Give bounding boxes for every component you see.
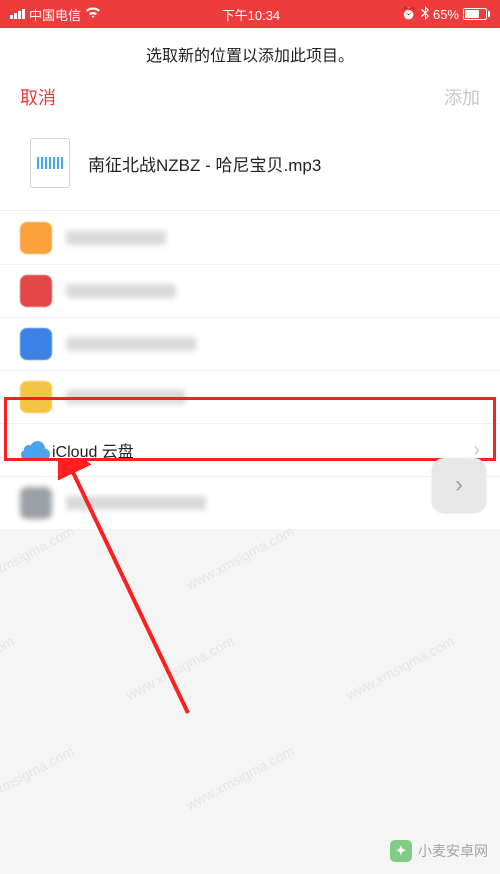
icloud-icon bbox=[20, 434, 52, 466]
location-item-blurred[interactable] bbox=[0, 264, 500, 317]
watermark-brand: 小麦安卓网 bbox=[418, 841, 488, 861]
page-title: 选取新的位置以添加此项目。 bbox=[0, 28, 500, 76]
location-item-blurred[interactable] bbox=[0, 211, 500, 264]
app-icon bbox=[20, 222, 52, 254]
watermark-diagonal: www.xmsigma.com www.xmsigma.com www.xmsi… bbox=[0, 520, 500, 814]
watermark-logo-icon: ✦ bbox=[390, 840, 412, 862]
app-icon bbox=[20, 328, 52, 360]
blurred-label bbox=[66, 337, 196, 351]
blurred-label bbox=[66, 284, 176, 298]
status-bar: 中国电信 下午10:34 ⏰ 65% bbox=[0, 0, 500, 28]
location-item-blurred[interactable] bbox=[0, 317, 500, 370]
app-icon bbox=[20, 381, 52, 413]
watermark-footer: ✦ 小麦安卓网 bbox=[390, 840, 488, 862]
file-name-label: 南征北战NZBZ - 哈尼宝贝.mp3 bbox=[88, 151, 321, 176]
bluetooth-icon bbox=[421, 6, 429, 23]
alarm-icon: ⏰ bbox=[401, 6, 417, 22]
blurred-label bbox=[66, 390, 186, 404]
wifi-icon bbox=[85, 7, 101, 22]
chevron-right-icon: › bbox=[455, 471, 463, 499]
floating-action-button[interactable]: › bbox=[432, 458, 486, 512]
file-preview: 南征北战NZBZ - 哈尼宝贝.mp3 bbox=[0, 126, 500, 211]
blurred-label bbox=[66, 496, 206, 510]
location-item-icloud[interactable]: iCloud 云盘 › bbox=[0, 423, 500, 476]
add-button: 添加 bbox=[444, 84, 480, 110]
battery-percent: 65% bbox=[433, 7, 459, 22]
app-icon bbox=[20, 275, 52, 307]
clock: 下午10:34 bbox=[222, 5, 281, 24]
location-item-blurred[interactable] bbox=[0, 476, 500, 529]
locations-list: iCloud 云盘 › bbox=[0, 211, 500, 529]
signal-icon bbox=[10, 9, 25, 19]
battery-icon bbox=[463, 8, 490, 20]
icloud-label: iCloud 云盘 bbox=[52, 438, 473, 462]
app-icon bbox=[20, 487, 52, 519]
location-item-blurred[interactable] bbox=[0, 370, 500, 423]
nav-bar: 取消 添加 bbox=[0, 76, 500, 126]
carrier-label: 中国电信 bbox=[29, 5, 81, 24]
audio-file-icon bbox=[30, 138, 70, 188]
blurred-label bbox=[66, 231, 166, 245]
cancel-button[interactable]: 取消 bbox=[20, 84, 56, 110]
